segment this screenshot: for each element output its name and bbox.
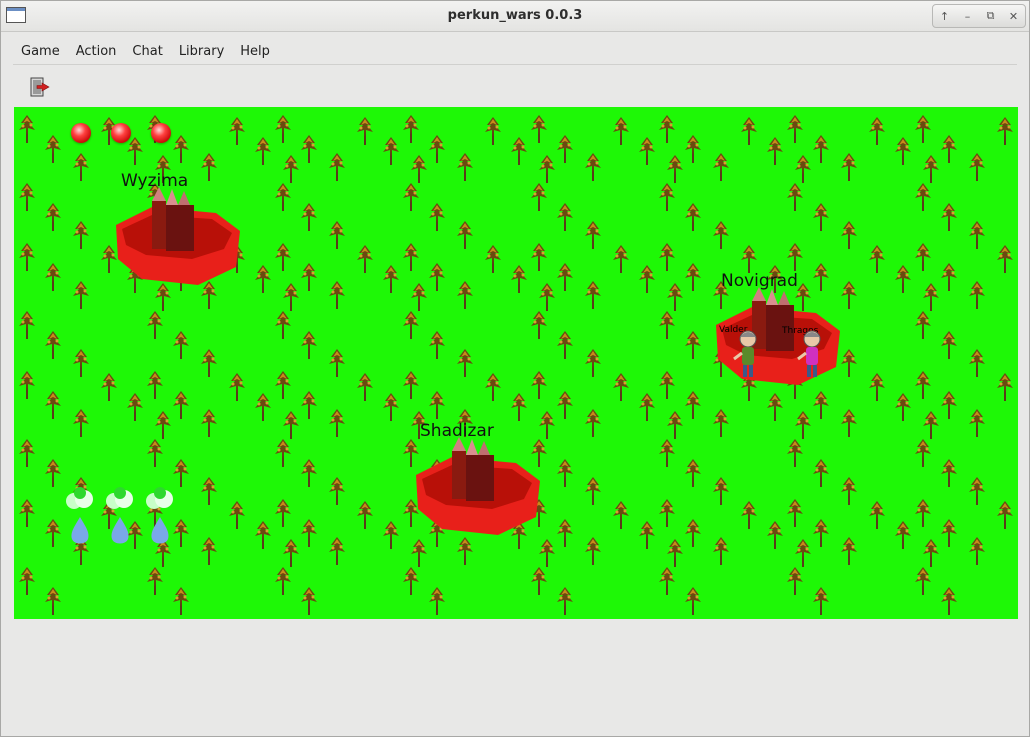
life-orb-icon: [111, 123, 131, 143]
window-title: perkun_wars 0.0.3: [447, 8, 583, 23]
menu-separator: [13, 64, 1017, 65]
castle-wyzima[interactable]: [112, 187, 242, 287]
menu-bar: Game Action Chat Library Help: [13, 41, 278, 63]
menu-chat[interactable]: Chat: [124, 41, 170, 63]
exit-button[interactable]: [26, 74, 52, 100]
castle-shadizar[interactable]: [412, 437, 542, 537]
shade-up-icon[interactable]: ↑: [938, 9, 952, 23]
title-bar[interactable]: perkun_wars 0.0.3 ↑ – ⧉ ✕: [1, 1, 1029, 32]
window-controls: ↑ – ⧉ ✕: [932, 4, 1026, 28]
app-window: perkun_wars 0.0.3 ↑ – ⧉ ✕ Game Action Ch…: [0, 0, 1030, 737]
menu-game[interactable]: Game: [13, 41, 68, 63]
mana-potion-icon: [106, 487, 133, 544]
mana-potion-icon: [66, 487, 93, 544]
mana-potion-icon: [146, 487, 173, 544]
life-orb-icon: [71, 123, 91, 143]
character-valder[interactable]: [732, 329, 764, 381]
menu-help[interactable]: Help: [232, 41, 278, 63]
restore-icon[interactable]: ⧉: [984, 9, 998, 23]
game-map[interactable]: Wyzima Novigrad Shadizar Valder Thragos: [14, 107, 1018, 619]
life-orb-icon: [151, 123, 171, 143]
exit-door-icon: [30, 77, 50, 97]
menu-action[interactable]: Action: [68, 41, 125, 63]
minimize-icon[interactable]: –: [961, 9, 975, 23]
character-thragos[interactable]: [796, 329, 828, 381]
menu-library[interactable]: Library: [171, 41, 232, 63]
close-icon[interactable]: ✕: [1007, 9, 1021, 23]
